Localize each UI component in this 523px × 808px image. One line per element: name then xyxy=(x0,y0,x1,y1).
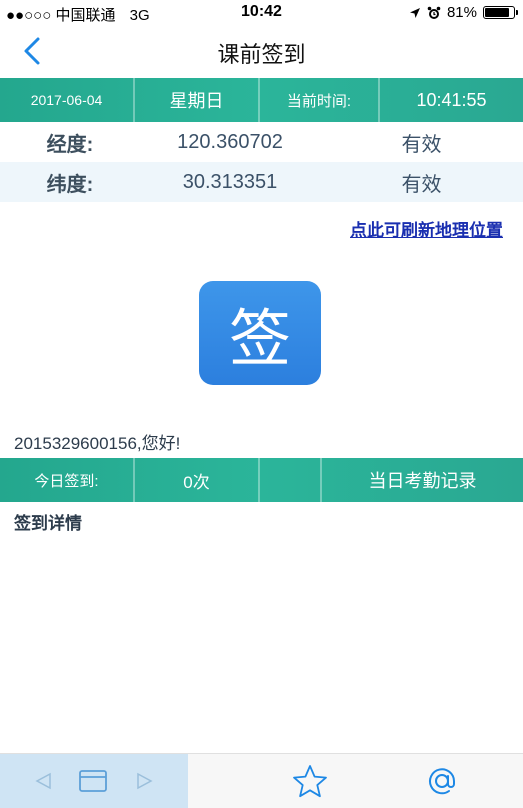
location-arrow-icon xyxy=(409,7,420,18)
alarm-icon xyxy=(427,6,441,19)
triangle-right-icon xyxy=(137,772,153,790)
sign-in-button[interactable]: 签 xyxy=(199,281,321,385)
latitude-label: 纬度: xyxy=(46,173,94,196)
longitude-label: 经度: xyxy=(46,133,94,156)
mention-button[interactable] xyxy=(422,762,462,800)
nav-bar: 课前签到 xyxy=(0,26,523,76)
favorite-button[interactable] xyxy=(290,762,330,800)
battery-icon xyxy=(483,6,518,19)
today-count-cell: 0次 xyxy=(135,458,260,502)
signin-detail-label: 签到详情 xyxy=(14,514,82,533)
weekday-cell: 星期日 xyxy=(135,78,260,122)
today-signin-bar: 今日签到: 0次 当日考勤记录 xyxy=(0,458,523,502)
triangle-left-icon xyxy=(35,772,51,790)
time-label-cell: 当前时间: xyxy=(260,78,380,122)
latitude-row: 纬度: 30.313351 有效 xyxy=(0,162,523,202)
spacer-cell xyxy=(260,458,322,502)
star-icon xyxy=(293,765,327,798)
battery-percent: 81% xyxy=(446,4,477,21)
longitude-row: 经度: 120.360702 有效 xyxy=(0,122,523,162)
date-time-bar: 2017-06-04 星期日 当前时间: 10:41:55 xyxy=(0,78,523,122)
back-nav-button[interactable] xyxy=(30,762,58,800)
window-icon xyxy=(79,770,107,792)
at-sign-icon xyxy=(429,768,455,795)
greeting-text: 2015329600156,您好! xyxy=(14,434,181,453)
bottom-toolbar xyxy=(0,753,523,808)
longitude-status: 有效 xyxy=(401,133,442,156)
longitude-value: 120.360702 xyxy=(177,130,283,153)
page-title: 课前签到 xyxy=(217,42,306,67)
latitude-status: 有效 xyxy=(401,173,442,196)
status-right: 81% xyxy=(409,4,518,21)
date-cell: 2017-06-04 xyxy=(0,78,135,122)
tabs-button[interactable] xyxy=(77,762,109,800)
attendance-record-button[interactable]: 当日考勤记录 xyxy=(322,458,523,502)
forward-nav-button[interactable] xyxy=(130,762,158,800)
latitude-value: 30.313351 xyxy=(182,170,278,193)
status-bar: ●●○○○ 中国联通 3G 10:42 81% xyxy=(0,0,523,26)
refresh-location-link[interactable]: 点此可刷新地理位置 xyxy=(350,216,503,241)
today-label-cell: 今日签到: xyxy=(0,458,135,502)
time-value-cell: 10:41:55 xyxy=(416,89,487,110)
